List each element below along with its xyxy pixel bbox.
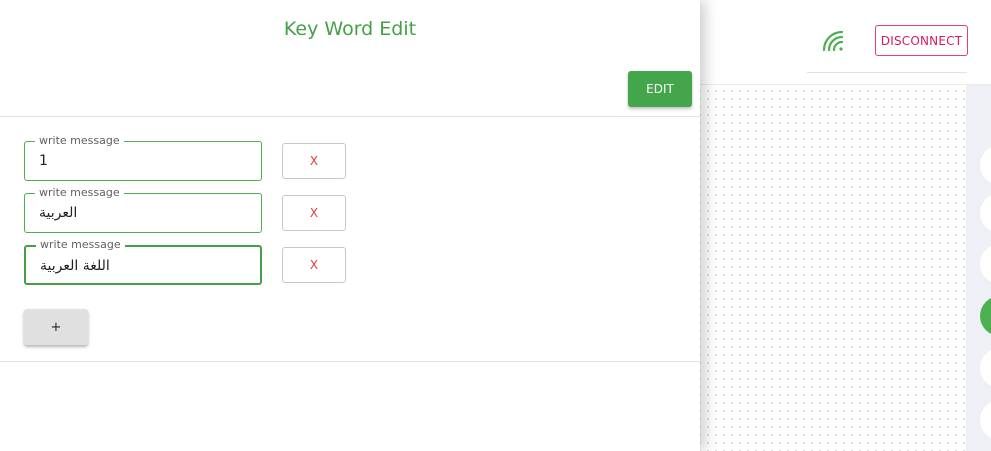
message-field[interactable]: write message اللغة العربية [24, 237, 262, 285]
divider [0, 116, 700, 117]
drawer-title: Key Word Edit [283, 18, 417, 40]
remove-message-button[interactable]: X [282, 195, 346, 231]
message-field[interactable]: write message العربية [24, 185, 262, 233]
divider [0, 361, 700, 362]
disconnect-button[interactable]: DISCONNECT [875, 25, 968, 56]
keyword-edit-drawer: Key Word Edit EDIT write message 1 X wri… [0, 0, 700, 451]
wifi-signal-icon[interactable] [822, 30, 846, 52]
message-row: write message العربية X [24, 185, 354, 233]
edit-button[interactable]: EDIT [628, 71, 692, 107]
add-message-button[interactable]: + [24, 309, 88, 345]
message-field[interactable]: write message 1 [24, 133, 262, 181]
message-input[interactable]: اللغة العربية [40, 247, 250, 285]
message-row: write message اللغة العربية X [24, 237, 354, 285]
message-input[interactable]: العربية [39, 194, 249, 232]
remove-message-button[interactable]: X [282, 247, 346, 283]
message-input[interactable]: 1 [39, 142, 249, 180]
message-row: write message 1 X [24, 133, 354, 181]
header-divider [807, 72, 967, 73]
flow-canvas[interactable] [700, 85, 966, 451]
remove-message-button[interactable]: X [282, 143, 346, 179]
